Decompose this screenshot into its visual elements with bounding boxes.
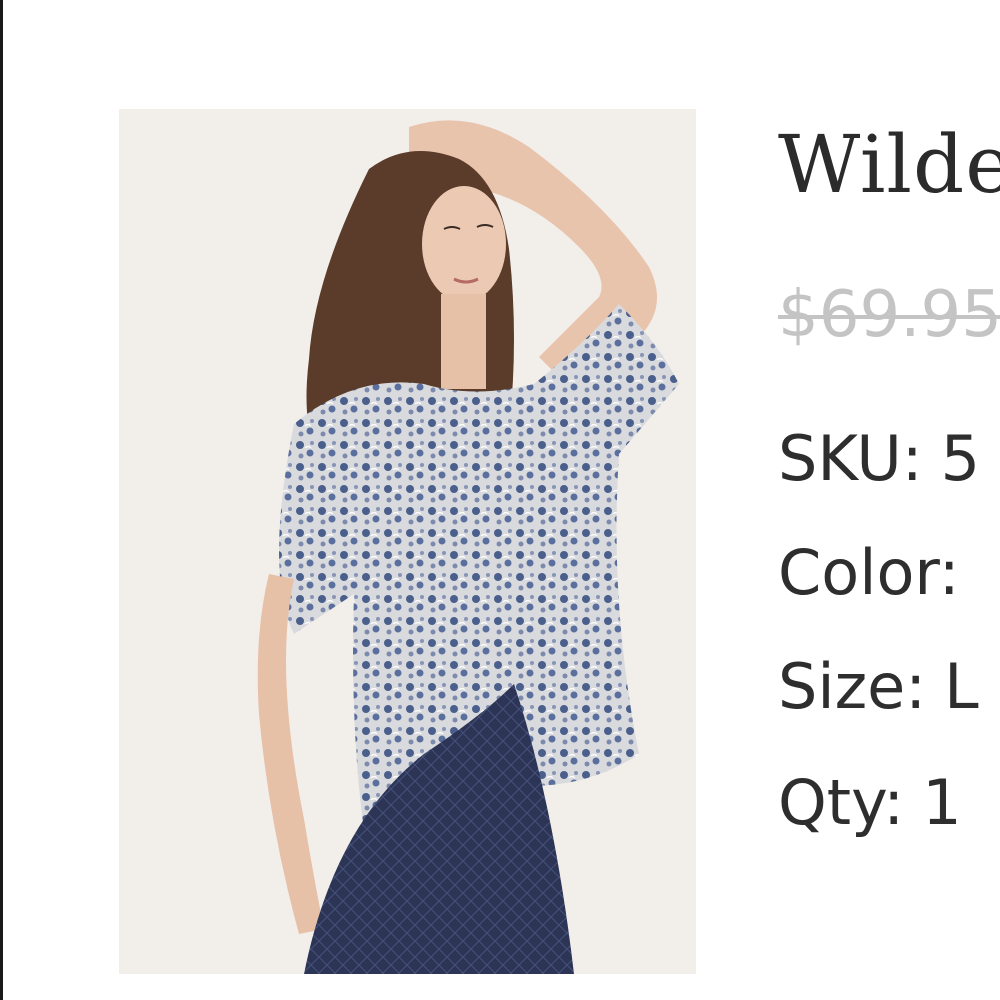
size-value: L: [944, 650, 979, 723]
product-page: Wilde $69.95 SKU: 5 Color: Size: L Qty: 1: [0, 0, 1000, 1000]
color-label: Color:: [778, 536, 960, 609]
original-price-strikethrough: $69.95: [778, 278, 1000, 352]
qty-row: Qty: 1: [778, 766, 962, 839]
product-image[interactable]: [119, 109, 696, 974]
qty-label: Qty:: [778, 766, 905, 839]
product-photo-illustration: [119, 109, 696, 974]
qty-value: 1: [922, 766, 962, 839]
sku-label: SKU:: [778, 422, 923, 495]
product-title: Wilde: [778, 118, 1000, 211]
sku-value: 5: [940, 422, 981, 495]
size-label: Size:: [778, 650, 927, 723]
window-edge-divider: [0, 0, 3, 1000]
color-row: Color:: [778, 536, 978, 609]
size-row: Size: L: [778, 650, 979, 723]
sku-row: SKU: 5: [778, 422, 980, 495]
